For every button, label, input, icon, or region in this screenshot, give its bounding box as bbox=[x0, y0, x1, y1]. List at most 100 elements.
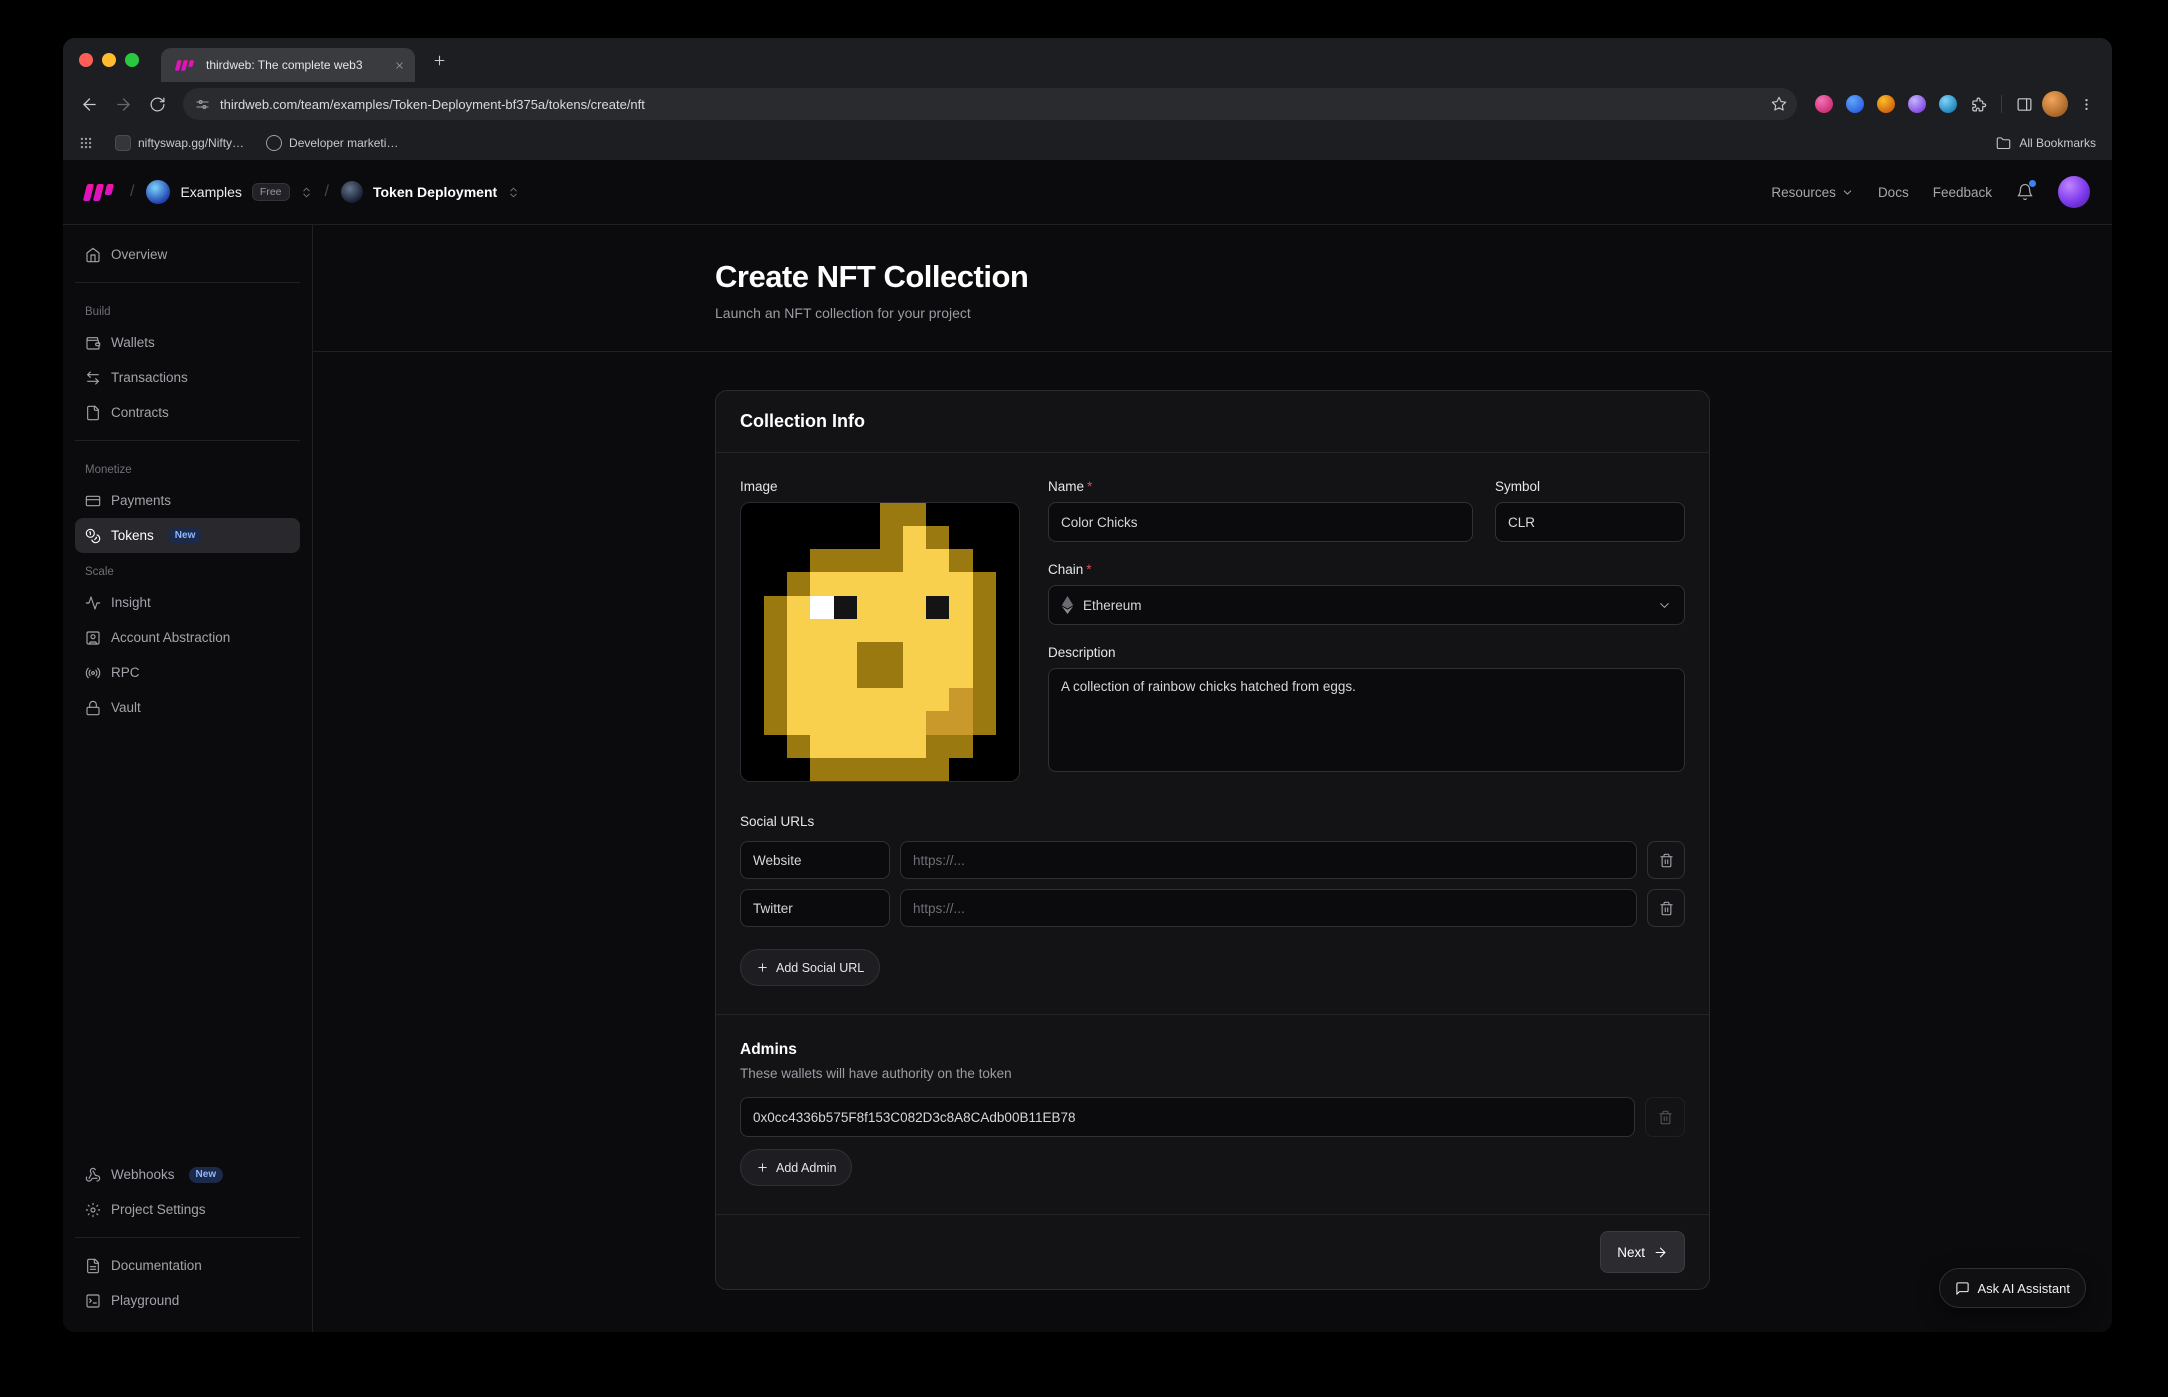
sidebar-item-wallets[interactable]: Wallets bbox=[75, 325, 300, 360]
bookmark-item[interactable]: niftyswap.gg/Nifty… bbox=[115, 135, 244, 151]
bookmark-star-icon[interactable] bbox=[1771, 96, 1787, 112]
chrome-menu-button[interactable] bbox=[2070, 88, 2102, 120]
sidebar-item-insight[interactable]: Insight bbox=[75, 585, 300, 620]
add-social-url-button[interactable]: Add Social URL bbox=[740, 949, 880, 986]
side-panel-button[interactable] bbox=[2008, 88, 2040, 120]
gear-icon bbox=[85, 1202, 101, 1218]
description-textarea[interactable]: A collection of rainbow chicks hatched f… bbox=[1048, 668, 1685, 772]
ask-ai-assistant-button[interactable]: Ask AI Assistant bbox=[1939, 1268, 2087, 1308]
browser-tab[interactable]: thirdweb: The complete web3 bbox=[161, 48, 415, 82]
nft-image-upload[interactable] bbox=[740, 502, 1020, 782]
home-icon bbox=[85, 247, 101, 263]
breadcrumb-separator: / bbox=[128, 183, 136, 201]
webhook-icon bbox=[85, 1167, 101, 1183]
chain-select[interactable]: Ethereum bbox=[1048, 585, 1685, 625]
thirdweb-logo[interactable] bbox=[83, 184, 114, 201]
extension-icon-1[interactable] bbox=[1815, 95, 1833, 113]
zoom-window-button[interactable] bbox=[125, 53, 139, 67]
next-button[interactable]: Next bbox=[1600, 1231, 1685, 1273]
reload-button[interactable] bbox=[141, 88, 173, 120]
forward-button[interactable] bbox=[107, 88, 139, 120]
extension-icon-2[interactable] bbox=[1846, 95, 1864, 113]
address-bar[interactable]: thirdweb.com/team/examples/Token-Deploym… bbox=[183, 88, 1797, 120]
docs-link[interactable]: Docs bbox=[1878, 185, 1909, 200]
main-content: Create NFT Collection Launch an NFT coll… bbox=[313, 225, 2112, 1332]
bookmark-favicon bbox=[266, 135, 282, 151]
extension-icon-5[interactable] bbox=[1939, 95, 1957, 113]
site-info-icon[interactable] bbox=[195, 97, 210, 112]
card-title: Collection Info bbox=[716, 391, 1709, 453]
feedback-link[interactable]: Feedback bbox=[1933, 185, 1992, 200]
user-avatar[interactable] bbox=[2058, 176, 2090, 208]
page-title: Create NFT Collection bbox=[715, 259, 1710, 295]
sidebar-item-account-abstraction[interactable]: Account Abstraction bbox=[75, 620, 300, 655]
credit-card-icon bbox=[85, 493, 101, 509]
sidebar-item-documentation[interactable]: Documentation bbox=[75, 1248, 300, 1283]
social-urls-section: Social URLs Website bbox=[740, 814, 1685, 1014]
new-tab-button[interactable] bbox=[425, 46, 453, 74]
resources-menu[interactable]: Resources bbox=[1771, 185, 1854, 200]
extensions-puzzle-icon[interactable] bbox=[1970, 96, 1987, 113]
delete-social-row-button[interactable] bbox=[1647, 841, 1685, 879]
tab-close-icon[interactable] bbox=[394, 60, 405, 71]
delete-admin-button[interactable] bbox=[1645, 1097, 1685, 1137]
close-window-button[interactable] bbox=[79, 53, 93, 67]
sidebar-item-project-settings[interactable]: Project Settings bbox=[75, 1192, 300, 1227]
bookmarks-bar: niftyswap.gg/Nifty… Developer marketi… A… bbox=[63, 126, 2112, 160]
chrome-profile-avatar[interactable] bbox=[2042, 91, 2068, 117]
add-admin-button[interactable]: Add Admin bbox=[740, 1149, 852, 1186]
toolbar-divider bbox=[2001, 95, 2002, 113]
sidebar-item-tokens[interactable]: Tokens New bbox=[75, 518, 300, 553]
sidebar-item-overview[interactable]: Overview bbox=[75, 237, 300, 272]
breadcrumb-project[interactable]: Token Deployment bbox=[373, 184, 497, 200]
project-switcher-button[interactable] bbox=[507, 186, 520, 199]
new-badge: New bbox=[189, 1167, 224, 1183]
symbol-label: Symbol bbox=[1495, 479, 1685, 494]
social-url-input[interactable] bbox=[900, 841, 1637, 879]
extension-icon-4[interactable] bbox=[1908, 95, 1926, 113]
admins-title: Admins bbox=[740, 1041, 1685, 1059]
apps-grid-icon[interactable] bbox=[79, 136, 93, 150]
tab-favicon bbox=[175, 60, 194, 71]
sidebar-divider bbox=[75, 440, 300, 441]
collection-info-card: Collection Info Image bbox=[715, 390, 1710, 1290]
social-url-row: Website bbox=[740, 841, 1685, 879]
page-subtitle: Launch an NFT collection for your projec… bbox=[715, 305, 1710, 321]
notification-dot bbox=[2029, 180, 2036, 187]
social-url-input[interactable] bbox=[900, 889, 1637, 927]
admin-address-input[interactable] bbox=[740, 1097, 1635, 1137]
back-button[interactable] bbox=[73, 88, 105, 120]
radio-icon bbox=[85, 665, 101, 681]
team-switcher-button[interactable] bbox=[300, 186, 313, 199]
terminal-icon bbox=[85, 1293, 101, 1309]
bookmark-item[interactable]: Developer marketi… bbox=[266, 135, 398, 151]
extension-icon-3[interactable] bbox=[1877, 95, 1895, 113]
sidebar-item-transactions[interactable]: Transactions bbox=[75, 360, 300, 395]
required-mark: * bbox=[1086, 562, 1091, 577]
sidebar-item-vault[interactable]: Vault bbox=[75, 690, 300, 725]
extensions-area bbox=[1807, 95, 1995, 113]
social-platform-select[interactable]: Twitter bbox=[740, 889, 890, 927]
trash-icon bbox=[1659, 853, 1674, 868]
sidebar-item-contracts[interactable]: Contracts bbox=[75, 395, 300, 430]
social-platform-select[interactable]: Website bbox=[740, 841, 890, 879]
wallet-icon bbox=[85, 335, 101, 351]
notifications-button[interactable] bbox=[2016, 183, 2034, 201]
breadcrumb-team[interactable]: Examples bbox=[180, 184, 241, 200]
name-input[interactable] bbox=[1048, 502, 1473, 542]
team-avatar bbox=[146, 180, 170, 204]
social-urls-label: Social URLs bbox=[740, 814, 1685, 829]
sidebar-item-webhooks[interactable]: Webhooks New bbox=[75, 1157, 300, 1192]
browser-window: thirdweb: The complete web3 thirdweb.com… bbox=[63, 38, 2112, 1332]
bookmark-favicon bbox=[115, 135, 131, 151]
sidebar-item-payments[interactable]: Payments bbox=[75, 483, 300, 518]
browser-toolbar: thirdweb.com/team/examples/Token-Deploym… bbox=[63, 82, 2112, 126]
sidebar-item-playground[interactable]: Playground bbox=[75, 1283, 300, 1318]
symbol-input[interactable] bbox=[1495, 502, 1685, 542]
resources-label: Resources bbox=[1771, 185, 1836, 200]
sidebar-item-rpc[interactable]: RPC bbox=[75, 655, 300, 690]
all-bookmarks-button[interactable]: All Bookmarks bbox=[1996, 136, 2096, 151]
minimize-window-button[interactable] bbox=[102, 53, 116, 67]
chain-value: Ethereum bbox=[1083, 598, 1142, 613]
delete-social-row-button[interactable] bbox=[1647, 889, 1685, 927]
